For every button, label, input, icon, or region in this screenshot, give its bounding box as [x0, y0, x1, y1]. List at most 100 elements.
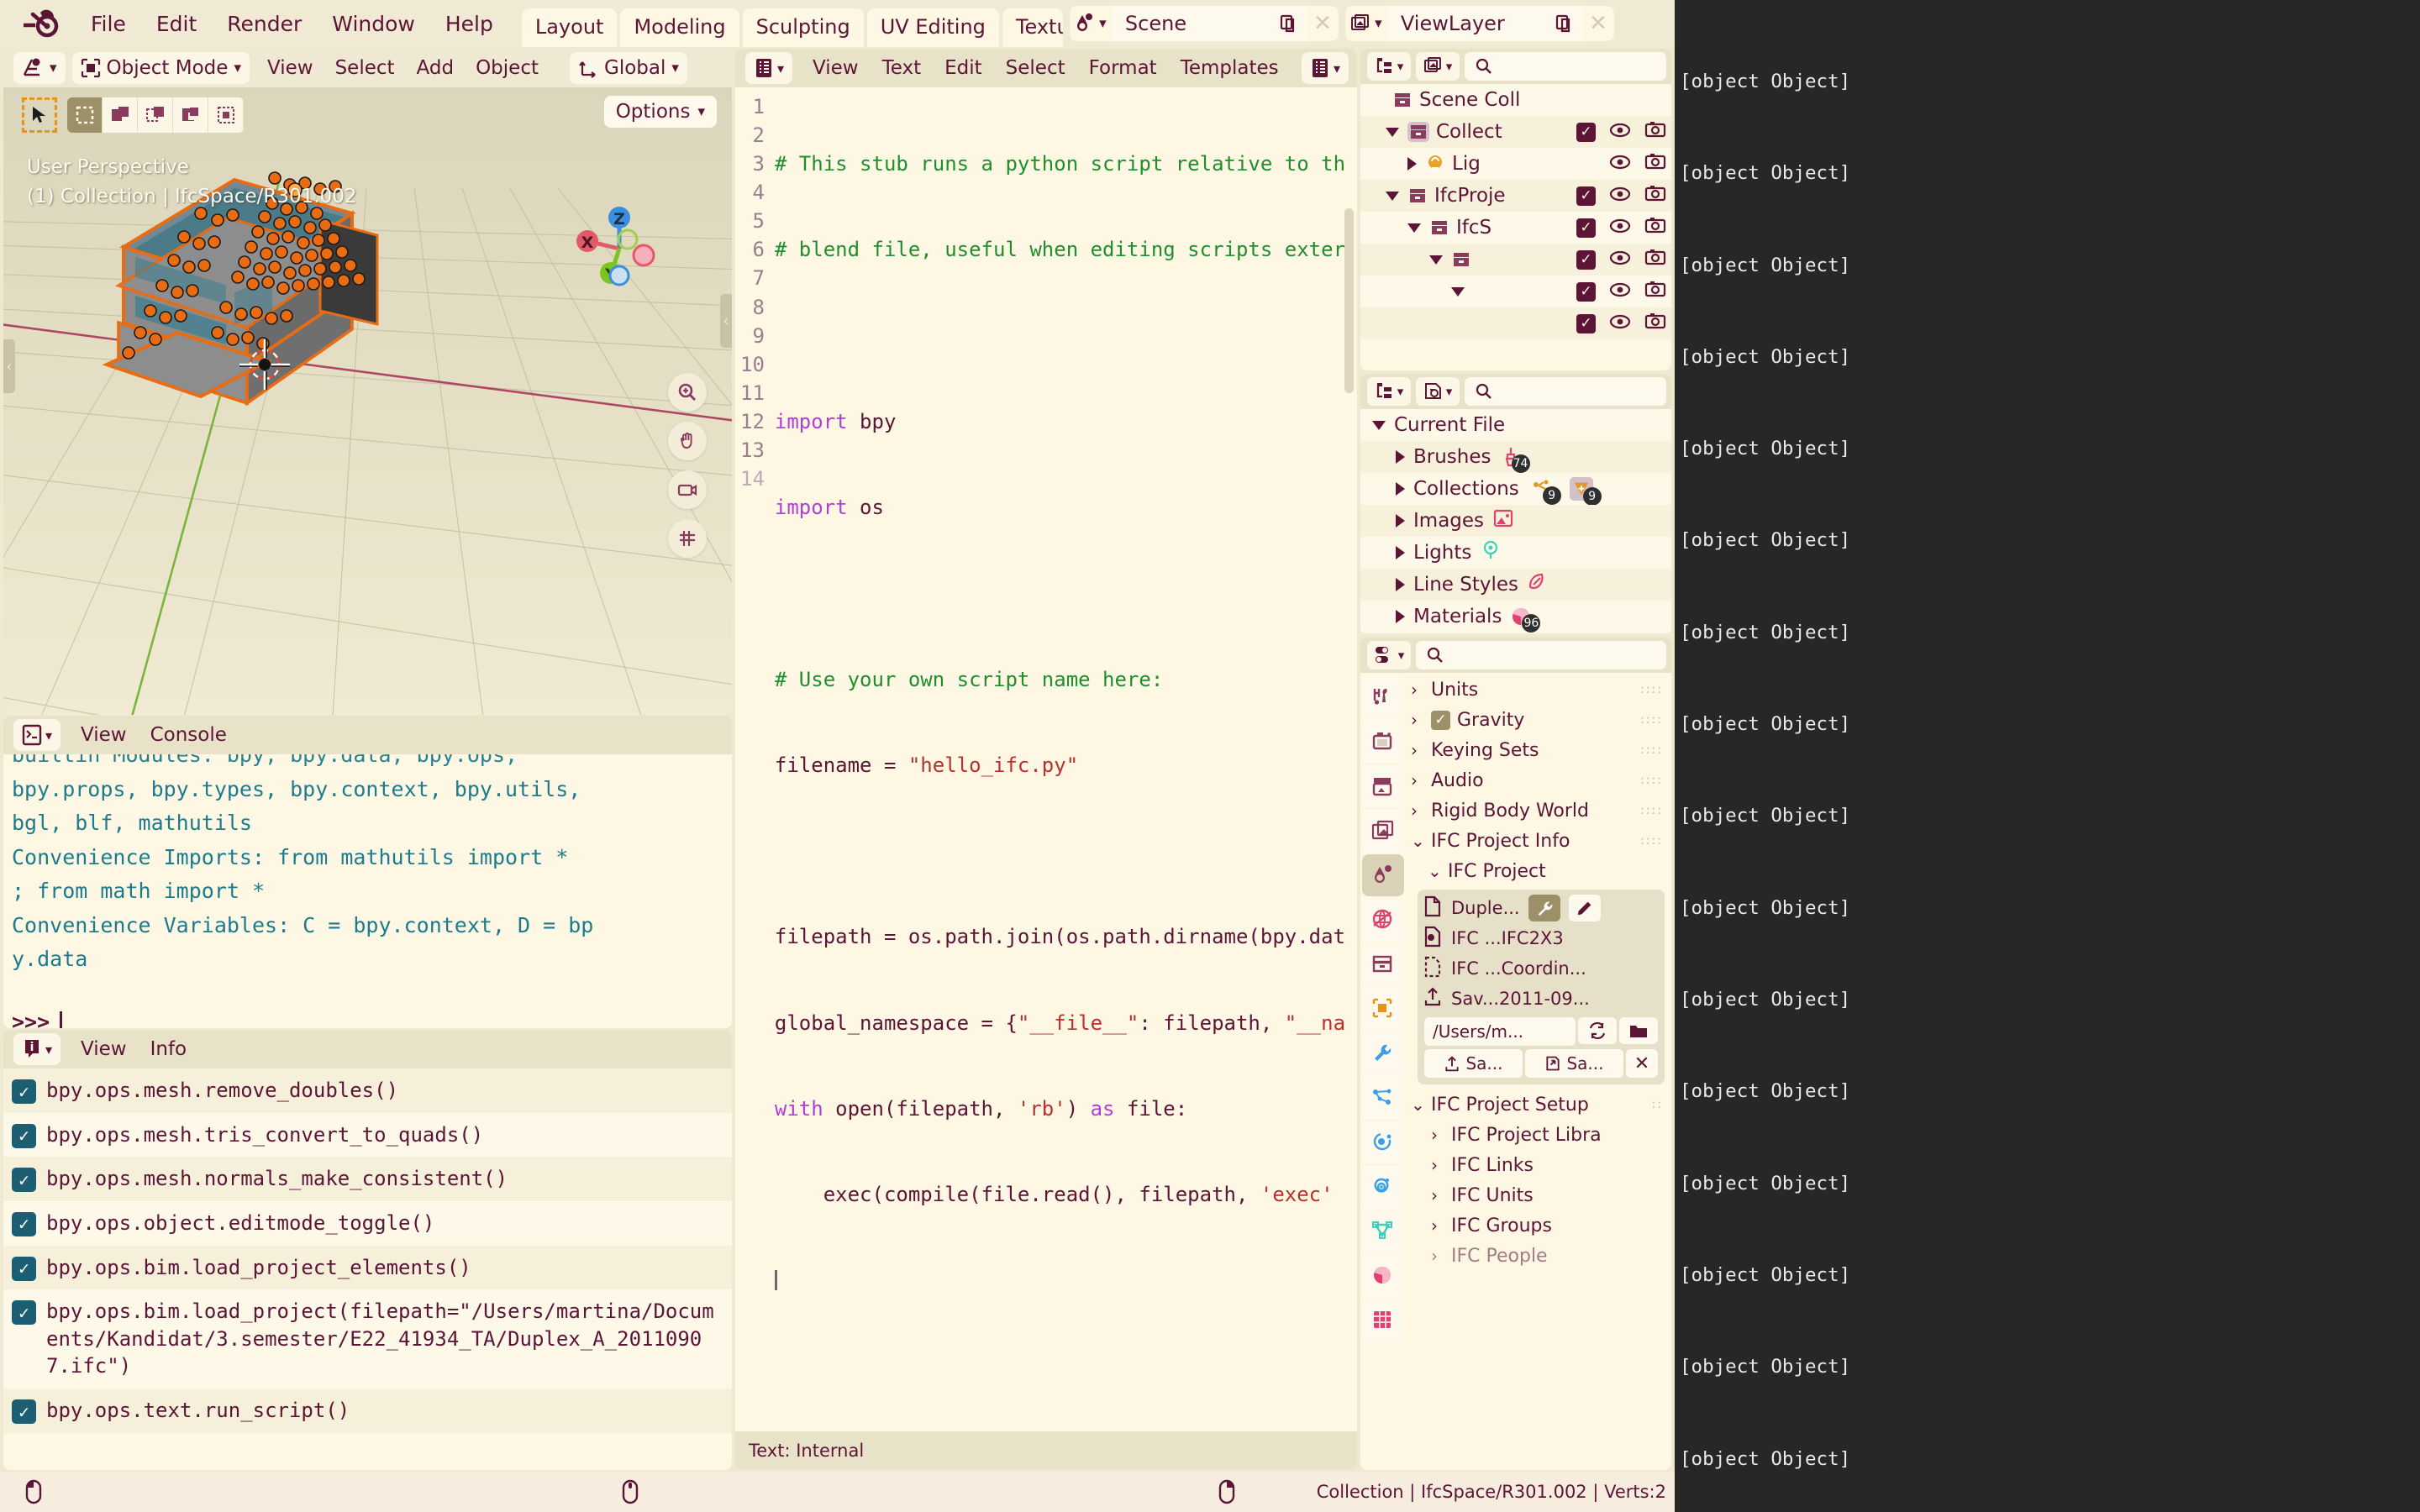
select-subtract-icon[interactable] [138, 97, 173, 133]
properties-tab-world[interactable] [1362, 899, 1404, 941]
zoom-icon[interactable] [668, 373, 707, 412]
chevron-down-icon[interactable] [1372, 420, 1386, 430]
list-item[interactable]: ✓ bpy.ops.object.editmode_toggle() [3, 1200, 732, 1246]
chevron-right-icon[interactable] [1396, 514, 1405, 528]
log-checkbox[interactable]: ✓ [12, 1300, 36, 1326]
chevron-down-icon[interactable] [1386, 127, 1399, 137]
text-menu-view[interactable]: View [801, 57, 871, 79]
text-editor-scrollbar[interactable] [1344, 208, 1354, 393]
menu-edit[interactable]: Edit [141, 8, 212, 39]
chevron-right-icon[interactable] [1396, 450, 1405, 464]
blender-file-outliner[interactable]: ▾ ▾ Current File Brushes 74 Collections … [1360, 374, 1671, 634]
editor-type-info-icon[interactable]: i ▾ [13, 1033, 60, 1065]
list-item[interactable]: ✓ bpy.ops.bim.load_project(filepath="/Us… [3, 1289, 732, 1389]
text-editor[interactable]: ▾ View Text Edit Select Format Templates… [735, 49, 1357, 1470]
property-panel-ifc-project-info[interactable]: ⌄ IFC Project Info :::: [1406, 826, 1671, 856]
chevron-right-icon[interactable]: › [1431, 1155, 1444, 1175]
properties-tab-data[interactable] [1362, 1210, 1404, 1252]
chevron-down-icon[interactable]: ⌄ [1411, 831, 1425, 851]
camera-icon[interactable] [668, 470, 707, 509]
object-mode-dropdown[interactable]: Object Mode ▾ [71, 52, 250, 84]
properties-tab-output[interactable] [1362, 765, 1404, 807]
camera-icon[interactable] [1644, 249, 1666, 270]
viewport-canvas[interactable]: User Perspective (1) Collection | IfcSpa… [3, 87, 732, 715]
properties-tab-object[interactable] [1362, 988, 1404, 1030]
viewport-3d[interactable]: ▾ Object Mode ▾ View Select Add Object G… [3, 49, 732, 715]
subpanel-ifc-groups[interactable]: › IFC Groups [1406, 1210, 1671, 1241]
chevron-right-icon[interactable]: › [1411, 680, 1424, 700]
properties-search-input[interactable] [1416, 641, 1666, 669]
console-output[interactable]: builtin Modules: bpy, bpy.data, bpy.ops,… [3, 754, 732, 1028]
list-item[interactable]: Lights [1360, 537, 1671, 569]
eye-icon[interactable] [1609, 153, 1631, 175]
exclude-checkbox[interactable]: ✓ [1576, 122, 1596, 142]
text-menu-text[interactable]: Text [871, 57, 934, 79]
select-invert-icon[interactable] [173, 97, 208, 133]
viewlayer-close-icon[interactable]: ✕ [1582, 11, 1614, 36]
properties-tab-render[interactable] [1362, 721, 1404, 763]
eye-icon[interactable] [1609, 217, 1631, 239]
chevron-right-icon[interactable]: › [1431, 1125, 1444, 1145]
eye-icon[interactable] [1609, 249, 1631, 270]
text-datablock-icon[interactable]: ▾ [1302, 52, 1349, 84]
viewport-left-panel-toggle[interactable]: ‹ [3, 339, 15, 393]
chevron-right-icon[interactable] [1396, 578, 1405, 591]
pencil-icon[interactable] [1568, 895, 1601, 921]
ifc-coordinates-row[interactable]: IFC ...Coordin... [1423, 953, 1660, 984]
list-item[interactable]: Brushes 74 [1360, 441, 1671, 473]
ifc-save-button[interactable]: Sa... [1424, 1049, 1523, 1078]
viewport-menu-add[interactable]: Add [406, 57, 466, 79]
viewport-right-panel-toggle[interactable]: ‹ [720, 294, 732, 348]
chevron-down-icon[interactable] [1451, 286, 1465, 297]
subpanel-ifc-units[interactable]: › IFC Units [1406, 1180, 1671, 1210]
list-item[interactable]: ✓ bpy.ops.bim.load_project_elements() [3, 1245, 732, 1290]
viewlayer-duplicate-icon[interactable] [1546, 6, 1582, 41]
chevron-down-icon[interactable] [1386, 191, 1399, 201]
scene-icon[interactable]: ▾ [1069, 6, 1112, 41]
properties-tab-modifier[interactable] [1362, 1032, 1404, 1074]
properties-tab-texture[interactable] [1362, 1299, 1404, 1341]
viewlayer-name-field[interactable]: ViewLayer [1386, 6, 1547, 41]
properties-tab-tool[interactable] [1362, 676, 1404, 718]
editor-type-text-icon[interactable]: ▾ [745, 52, 792, 84]
scene-selector[interactable]: ▾ Scene ✕ [1069, 6, 1339, 41]
outliner-row-light[interactable]: Lig [1360, 148, 1671, 180]
blenderfile-display-mode-icon[interactable]: ▾ [1367, 377, 1411, 406]
viewport-menu-object[interactable]: Object [465, 57, 550, 79]
log-checkbox[interactable]: ✓ [12, 1079, 36, 1104]
editor-type-console-icon[interactable]: ▾ [13, 719, 60, 751]
properties-tab-particles[interactable] [1362, 1077, 1404, 1119]
blenderfile-search-input[interactable] [1465, 377, 1666, 406]
pan-hand-icon[interactable] [668, 422, 707, 460]
console-menu-view[interactable]: View [69, 724, 139, 746]
outliner-row-nested-1[interactable]: ✓ [1360, 244, 1671, 276]
log-checkbox[interactable]: ✓ [12, 1399, 36, 1424]
viewport-menu-select[interactable]: Select [324, 57, 406, 79]
select-box-icon[interactable] [67, 97, 103, 133]
chevron-down-icon[interactable]: ⌄ [1428, 861, 1442, 881]
exclude-checkbox[interactable]: ✓ [1576, 313, 1596, 333]
drag-dots[interactable]: :::: [1640, 834, 1663, 848]
property-panel-audio[interactable]: › Audio :::: [1406, 765, 1671, 795]
viewlayer-icon[interactable]: ▾ [1344, 6, 1387, 41]
subpanel-ifc-people[interactable]: › IFC People [1406, 1241, 1671, 1271]
list-item[interactable]: Materials 96 [1360, 601, 1671, 633]
outliner-row-scene-collection[interactable]: Scene Coll [1360, 84, 1671, 116]
chevron-down-icon[interactable]: ⌄ [1411, 1095, 1425, 1115]
drag-dots[interactable]: :::: [1640, 743, 1663, 757]
outliner-search-input[interactable] [1465, 52, 1666, 81]
ifc-close-icon[interactable]: ✕ [1626, 1049, 1658, 1078]
camera-icon[interactable] [1644, 121, 1666, 143]
ifc-saved-row[interactable]: Sav...2011-09... [1423, 984, 1660, 1014]
ifc-path-field[interactable]: /Users/m... [1424, 1017, 1576, 1046]
drag-dots[interactable]: :::: [1640, 713, 1663, 727]
camera-icon[interactable] [1644, 153, 1666, 175]
python-console-editor[interactable]: ▾ View Console builtin Modules: bpy, bpy… [3, 716, 732, 1028]
workspace-tab-layout[interactable]: Layout [521, 8, 618, 47]
chevron-right-icon[interactable] [1396, 546, 1405, 559]
blender-file-root-row[interactable]: Current File [1360, 409, 1671, 441]
viewport-options-button[interactable]: Options ▾ [603, 96, 717, 128]
drag-dots[interactable]: :::: [1640, 774, 1663, 787]
chevron-right-icon[interactable] [1407, 157, 1417, 171]
property-panel-units[interactable]: › Units :::: [1406, 675, 1671, 705]
